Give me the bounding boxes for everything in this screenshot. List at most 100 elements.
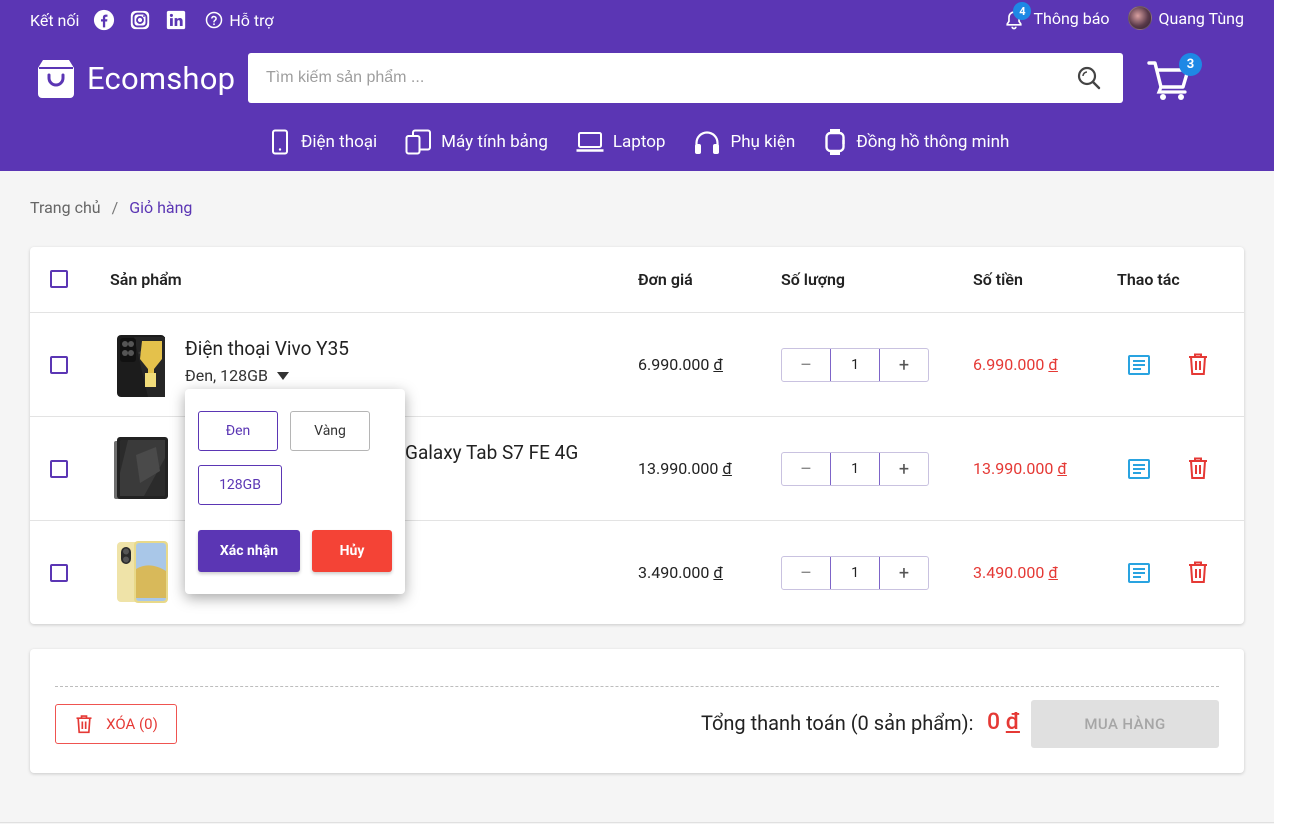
quantity-stepper: – 1 + — [781, 556, 929, 590]
watch-icon — [825, 129, 846, 155]
row-checkbox[interactable] — [50, 460, 68, 478]
trash-icon — [76, 715, 92, 734]
detail-icon[interactable] — [1127, 561, 1151, 585]
unit-price: 3.490.000 đ — [638, 563, 723, 582]
row-checkbox[interactable] — [50, 356, 68, 374]
site-header: Kết nối Hỗ trợ 4 Thông báo Quang Tùng Ec… — [0, 0, 1274, 171]
delete-selected-button[interactable]: XÓA (0) — [55, 704, 177, 744]
color-option-black[interactable]: Đen — [198, 411, 278, 451]
category-label: Điện thoại — [301, 132, 378, 152]
unit-price: 13.990.000 đ — [638, 459, 732, 478]
search-icon[interactable] — [1076, 65, 1102, 91]
product-image — [117, 541, 168, 603]
row-checkbox[interactable] — [50, 564, 68, 582]
cart-count-badge: 3 — [1179, 53, 1202, 76]
breadcrumb: Trang chủ / Giỏ hàng — [30, 198, 192, 217]
shopping-bag-icon — [38, 60, 74, 98]
variant-popover: Đen Vàng 128GB Xác nhận Hủy — [185, 389, 405, 594]
checkout-button[interactable]: MUA HÀNG — [1031, 700, 1219, 748]
user-menu[interactable]: Quang Tùng — [1127, 6, 1244, 30]
quantity-stepper: – 1 + — [781, 348, 929, 382]
quantity-value[interactable]: 1 — [830, 349, 880, 381]
quantity-stepper: – 1 + — [781, 452, 929, 486]
brand-logo[interactable]: Ecomshop — [36, 56, 235, 100]
row-subtotal: 3.490.000 đ — [973, 563, 1058, 582]
category-smartwatch[interactable]: Đồng hồ thông minh — [823, 128, 1009, 156]
facebook-icon[interactable] — [93, 9, 115, 31]
divider — [55, 686, 1219, 687]
increase-button[interactable]: + — [880, 557, 928, 589]
product-name[interactable]: Điện thoại Vivo Y35 — [185, 337, 349, 360]
header-amount: Số tiền — [973, 270, 1023, 289]
row-subtotal: 13.990.000 đ — [973, 459, 1067, 478]
category-label: Máy tính bảng — [441, 132, 548, 152]
topbar-left: Kết nối Hỗ trợ — [30, 8, 274, 32]
row-subtotal: 6.990.000 đ — [973, 355, 1058, 374]
linkedin-icon[interactable] — [165, 9, 187, 31]
category-accessories[interactable]: Phụ kiện — [693, 129, 795, 155]
product-name[interactable]: Galaxy Tab S7 FE 4G — [405, 441, 578, 464]
topbar-right: 4 Thông báo Quang Tùng — [1003, 2, 1244, 30]
user-name: Quang Tùng — [1158, 8, 1244, 28]
footer-divider — [0, 822, 1274, 823]
color-option-yellow[interactable]: Vàng — [290, 411, 370, 451]
support-link[interactable]: Hỗ trợ — [205, 10, 274, 30]
support-label: Hỗ trợ — [229, 10, 274, 30]
category-label: Laptop — [612, 132, 666, 152]
decrease-button[interactable]: – — [782, 349, 830, 381]
detail-icon[interactable] — [1127, 457, 1151, 481]
caret-down-icon — [277, 371, 290, 380]
page-edge — [1274, 0, 1295, 824]
connect-label: Kết nối — [30, 10, 80, 30]
quantity-value[interactable]: 1 — [830, 557, 880, 589]
variant-label: Đen, 128GB — [185, 366, 269, 385]
avatar — [1127, 6, 1152, 30]
trash-icon[interactable] — [1186, 352, 1210, 376]
unit-price: 6.990.000 đ — [638, 355, 723, 374]
total-label: Tổng thanh toán (0 sản phẩm): — [701, 711, 974, 735]
increase-button[interactable]: + — [880, 349, 928, 381]
breadcrumb-current: Giỏ hàng — [129, 198, 193, 217]
cancel-button[interactable]: Hủy — [312, 530, 392, 572]
category-label: Đồng hồ thông minh — [856, 132, 1010, 152]
product-image — [117, 335, 165, 397]
trash-icon[interactable] — [1186, 456, 1210, 480]
storage-option-128gb[interactable]: 128GB — [198, 465, 282, 505]
laptop-icon — [576, 132, 604, 152]
cart-button[interactable]: 3 — [1147, 53, 1202, 102]
trash-icon[interactable] — [1186, 560, 1210, 584]
decrease-button[interactable]: – — [782, 557, 830, 589]
product-image — [114, 437, 168, 499]
category-phone[interactable]: Điện thoại — [268, 129, 377, 155]
search-input[interactable] — [266, 69, 1076, 87]
category-tablet[interactable]: Máy tính bảng — [405, 129, 548, 155]
phone-icon — [272, 129, 288, 155]
header-quantity: Số lượng — [781, 270, 846, 289]
breadcrumb-home[interactable]: Trang chủ — [30, 198, 101, 217]
category-nav: Điện thoại Máy tính bảng Laptop Phụ kiện… — [268, 128, 1037, 156]
delete-selected-label: XÓA (0) — [106, 715, 158, 733]
brand-name: Ecomshop — [87, 59, 236, 97]
tablet-icon — [405, 129, 432, 155]
category-label: Phụ kiện — [730, 132, 796, 152]
table-header: Sản phẩm Đơn giá Số lượng Số tiền Thao t… — [30, 247, 1244, 313]
quantity-value[interactable]: 1 — [830, 453, 880, 485]
headphones-icon — [695, 131, 720, 154]
header-actions: Thao tác — [1117, 270, 1180, 289]
instagram-icon[interactable] — [129, 9, 151, 31]
header-unit-price: Đơn giá — [638, 270, 693, 289]
header-product: Sản phẩm — [110, 270, 182, 289]
increase-button[interactable]: + — [880, 453, 928, 485]
total-value: 0 đ — [987, 708, 1020, 735]
category-laptop[interactable]: Laptop — [576, 130, 666, 154]
help-circle-icon — [206, 11, 223, 29]
search-bar — [248, 53, 1123, 103]
select-all-checkbox[interactable] — [50, 270, 68, 288]
variant-selector[interactable]: Đen, 128GB — [185, 366, 290, 385]
detail-icon[interactable] — [1127, 353, 1151, 377]
notifications-link[interactable]: 4 Thông báo — [1003, 2, 1110, 30]
decrease-button[interactable]: – — [782, 453, 830, 485]
notifications-label: Thông báo — [1033, 8, 1110, 28]
confirm-button[interactable]: Xác nhận — [198, 530, 300, 572]
breadcrumb-separator: / — [111, 198, 119, 217]
